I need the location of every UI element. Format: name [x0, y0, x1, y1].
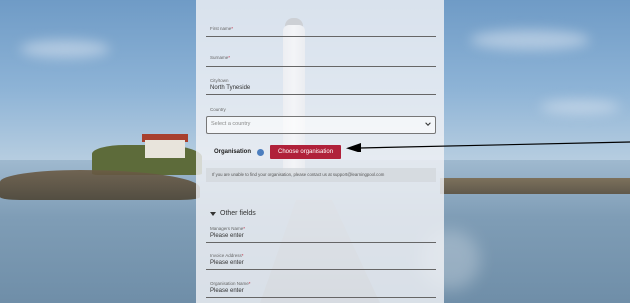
choose-organisation-button[interactable]: Choose organisation: [270, 145, 342, 159]
surname-underline: [206, 66, 436, 67]
house: [145, 140, 185, 158]
other-fields-toggle[interactable]: Other fields: [210, 210, 256, 217]
required-marker: *: [231, 26, 234, 31]
first-name-label: First name: [210, 26, 232, 31]
cloud: [470, 30, 590, 50]
arrow-left-icon: [346, 141, 630, 152]
notice-text: If you are unable to find your organisat…: [212, 172, 385, 177]
info-icon[interactable]: [257, 148, 265, 156]
city-underline: [206, 94, 436, 95]
required-marker: *: [228, 55, 231, 60]
expand-triangle-icon: [210, 211, 216, 216]
required-marker: *: [243, 226, 246, 231]
required-marker: *: [241, 253, 244, 258]
invoice-address-label: Invoice Address: [210, 253, 242, 258]
invoice-address-underline: [206, 269, 436, 270]
cloud: [540, 100, 620, 114]
organisation-label: Organisation: [214, 149, 252, 155]
country-select[interactable]: Select a country: [206, 116, 436, 134]
managers-name-field[interactable]: Managers Name* Please enter: [210, 226, 436, 240]
organisation-name-field[interactable]: Organisation Name* Please enter: [210, 281, 436, 295]
invoice-address-field[interactable]: Invoice Address* Please enter: [210, 253, 436, 267]
rocks: [440, 178, 630, 194]
city-field[interactable]: City/town North Tyneside: [210, 78, 436, 92]
managers-name-value: Please enter: [210, 233, 244, 239]
managers-name-underline: [206, 242, 436, 243]
cloud: [20, 40, 110, 58]
surname-label: Surname: [210, 55, 229, 60]
country-label: Country: [210, 107, 226, 112]
managers-name-label: Managers Name: [210, 226, 244, 231]
organisation-name-label: Organisation Name: [210, 281, 249, 286]
country-placeholder: Select a country: [211, 121, 251, 127]
surname-field[interactable]: Surname*: [210, 55, 436, 61]
organisation-notice: If you are unable to find your organisat…: [206, 168, 436, 182]
required-marker: *: [248, 281, 251, 286]
organisation-name-value: Please enter: [210, 288, 244, 294]
first-name-underline: [206, 36, 436, 37]
organisation-name-underline: [206, 297, 436, 298]
invoice-address-value: Please enter: [210, 260, 244, 266]
first-name-field[interactable]: First name*: [210, 26, 436, 32]
chevron-down-icon: [425, 122, 431, 126]
city-value: North Tyneside: [210, 85, 251, 91]
other-fields-title: Other fields: [220, 210, 256, 217]
country-field-label-wrap: Country: [210, 107, 436, 113]
organisation-row: Organisation Choose organisation: [206, 144, 342, 160]
